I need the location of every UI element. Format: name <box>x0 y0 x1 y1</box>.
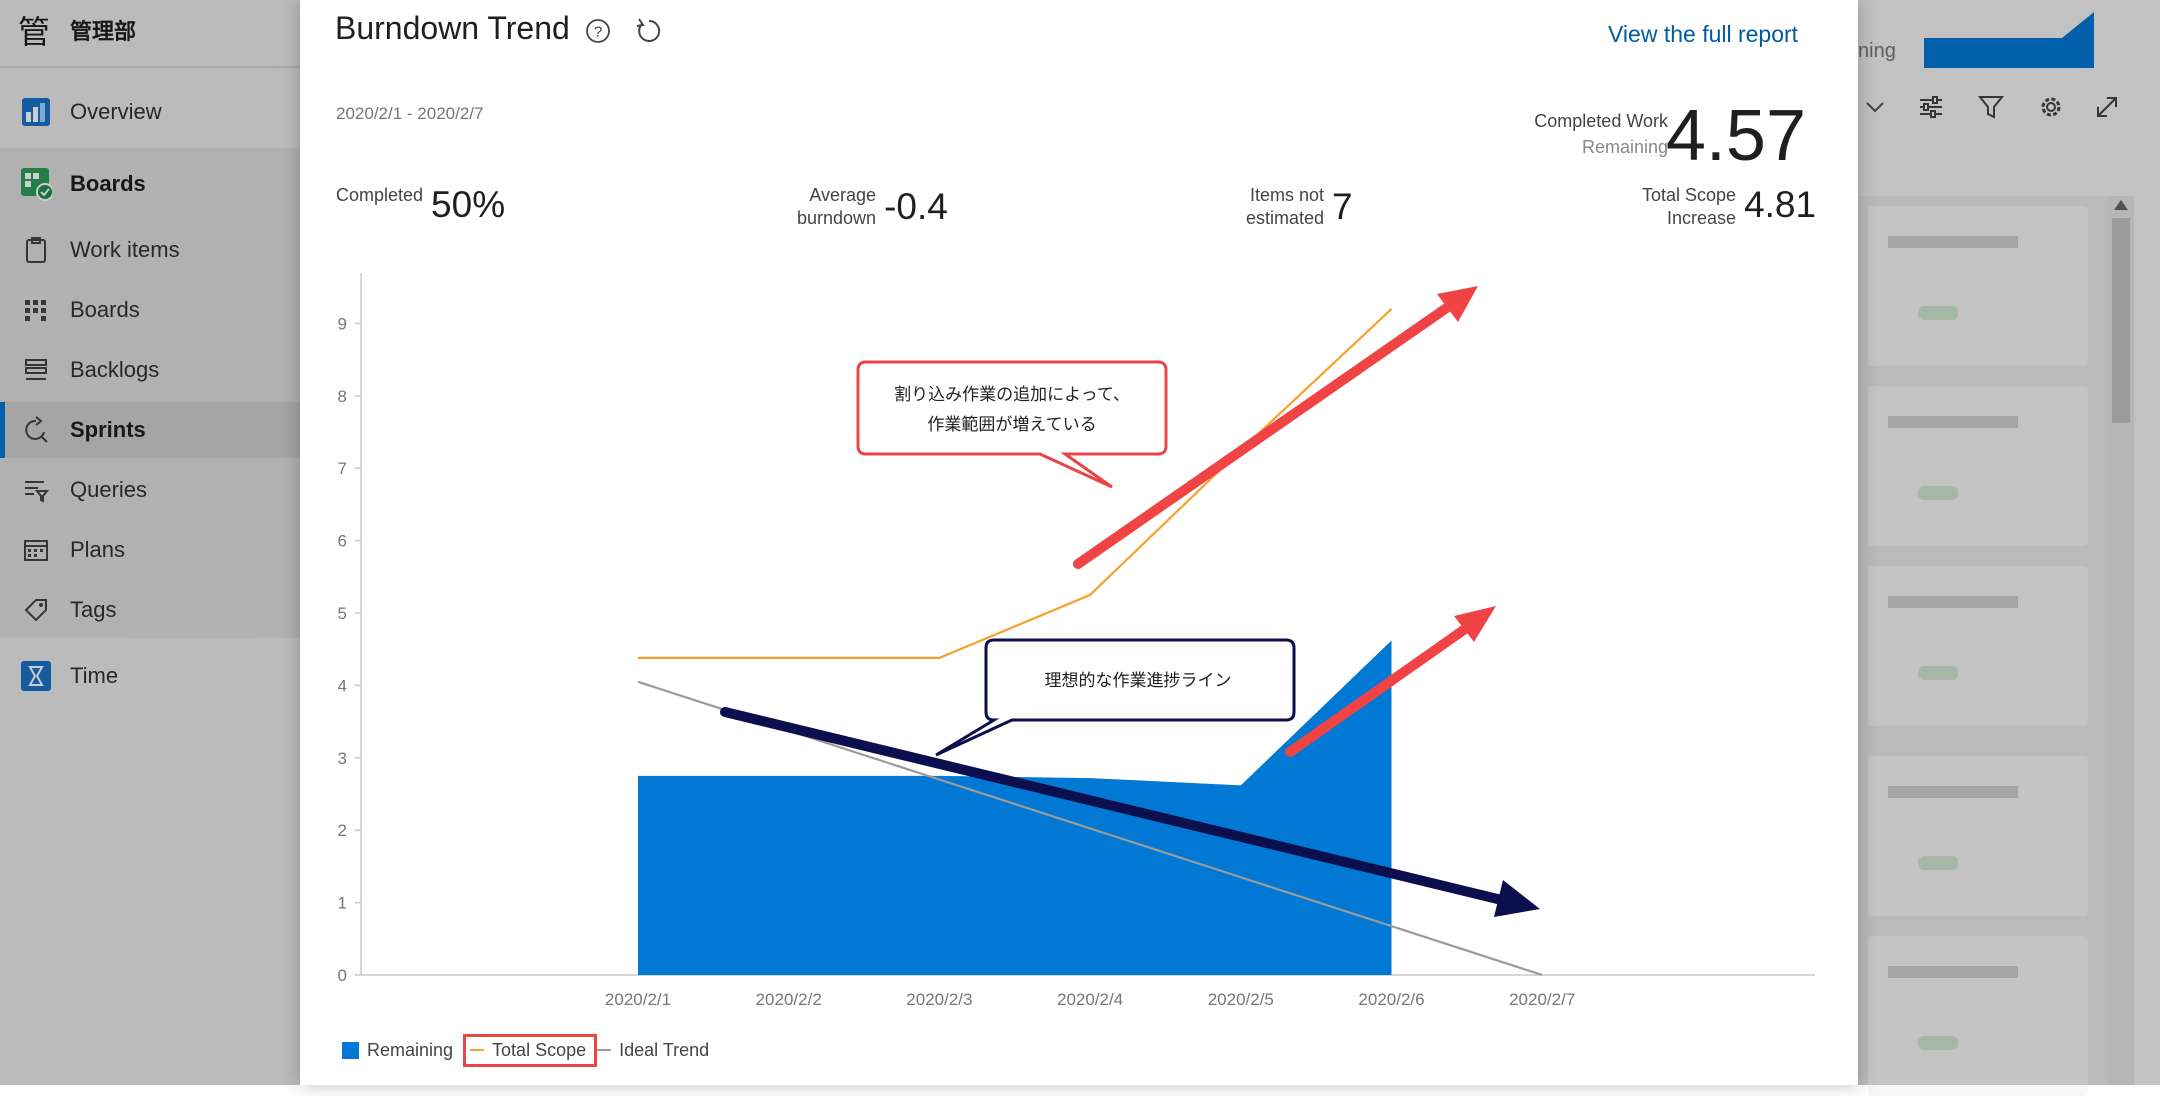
navy-arrow-head <box>1494 880 1540 917</box>
legend-label-remaining[interactable]: Remaining <box>367 1040 453 1061</box>
ideal-callout-box <box>935 638 1296 757</box>
y-tick-label: 6 <box>338 532 347 551</box>
y-axis: 0 1 2 3 4 5 6 7 8 9 <box>338 273 362 985</box>
legend-swatch-ideal-trend <box>597 1049 612 1051</box>
x-tick-label: 2020/2/7 <box>1509 990 1575 1009</box>
legend-label-total-scope: Total Scope <box>492 1039 587 1060</box>
scope-callout-line: 割り込み作業の追加によって、 <box>894 385 1130 405</box>
y-tick-label: 5 <box>338 604 347 623</box>
y-tick-label: 7 <box>338 459 347 478</box>
x-tick-label: 2020/2/1 <box>605 990 671 1009</box>
legend-swatch-remaining <box>342 1041 359 1059</box>
red-arrow-head <box>1437 286 1478 322</box>
legend-item-total-scope[interactable]: Total Scope <box>463 1033 598 1067</box>
x-tick-label: 2020/2/4 <box>1057 990 1123 1009</box>
burndown-dialog: Burndown Trend ? View the full report 20… <box>300 0 1858 1085</box>
burndown-chart: 0123456789 2020/2/1 2020/2/2 2020/2/3 2020/… <box>338 273 1815 1009</box>
y-tick-label: 2 <box>338 821 347 840</box>
x-tick-label: 2020/2/6 <box>1358 990 1424 1009</box>
y-tick-label: 9 <box>338 314 347 333</box>
y-tick-label: 1 <box>338 894 347 913</box>
ideal-callout-text: 理想的な作業進捗ライン <box>1045 671 1232 691</box>
x-tick-label: 2020/2/3 <box>906 990 972 1009</box>
chart-legend: Remaining Total Scope Ideal Trend <box>342 1033 709 1067</box>
y-tick-label: 3 <box>338 749 347 768</box>
y-tick-label: 4 <box>338 676 347 695</box>
x-tick-label: 2020/2/5 <box>1208 990 1274 1009</box>
y-tick-label: 0 <box>338 966 347 985</box>
x-axis: 2020/2/1 2020/2/2 2020/2/3 2020/2/4 2020/2/5… <box>361 974 1815 1009</box>
legend-label-ideal-trend[interactable]: Ideal Trend <box>619 1040 709 1061</box>
x-tick-label: 2020/2/2 <box>756 990 822 1009</box>
scope-callout-line: 作業範囲が増えている <box>927 415 1096 435</box>
legend-swatch-total-scope <box>470 1049 485 1051</box>
y-tick-label: 8 <box>338 387 347 406</box>
